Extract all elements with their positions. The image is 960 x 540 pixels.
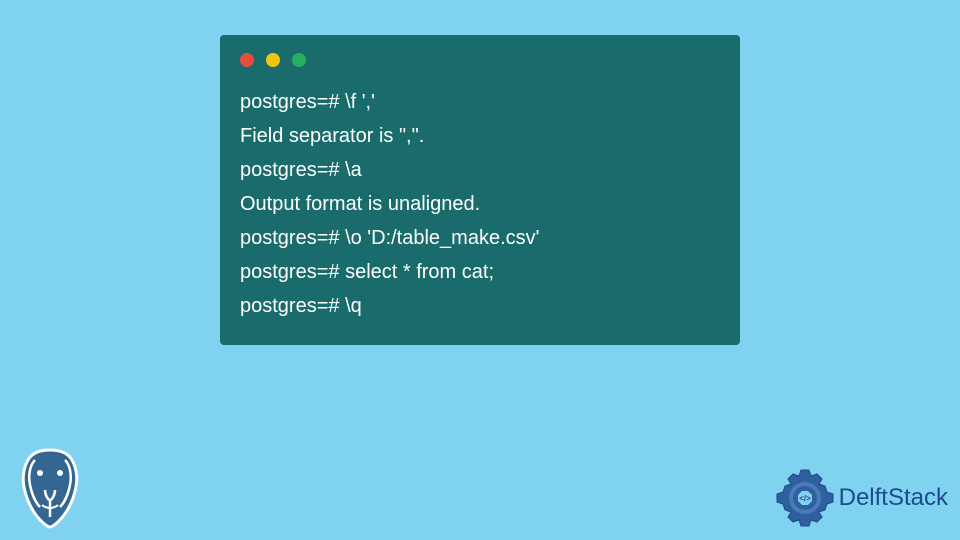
minimize-dot-icon [266,53,280,67]
delftstack-logo: </> DelftStack [775,468,948,528]
terminal-content: postgres=# \f ',' Field separator is ","… [240,85,720,323]
terminal-line: Field separator is ",". [240,119,720,153]
terminal-line: postgres=# \o 'D:/table_make.csv' [240,221,720,255]
terminal-window: postgres=# \f ',' Field separator is ","… [220,35,740,345]
postgresql-logo-icon [10,445,90,530]
terminal-line: postgres=# \q [240,289,720,323]
window-controls [240,53,720,67]
terminal-line: postgres=# \a [240,153,720,187]
svg-text:</>: </> [799,494,811,503]
terminal-line: postgres=# \f ',' [240,85,720,119]
terminal-line: postgres=# select * from cat; [240,255,720,289]
terminal-line: Output format is unaligned. [240,187,720,221]
delftstack-emblem-icon: </> [775,468,835,528]
delftstack-brand-text: DelftStack [839,484,948,512]
maximize-dot-icon [292,53,306,67]
close-dot-icon [240,53,254,67]
